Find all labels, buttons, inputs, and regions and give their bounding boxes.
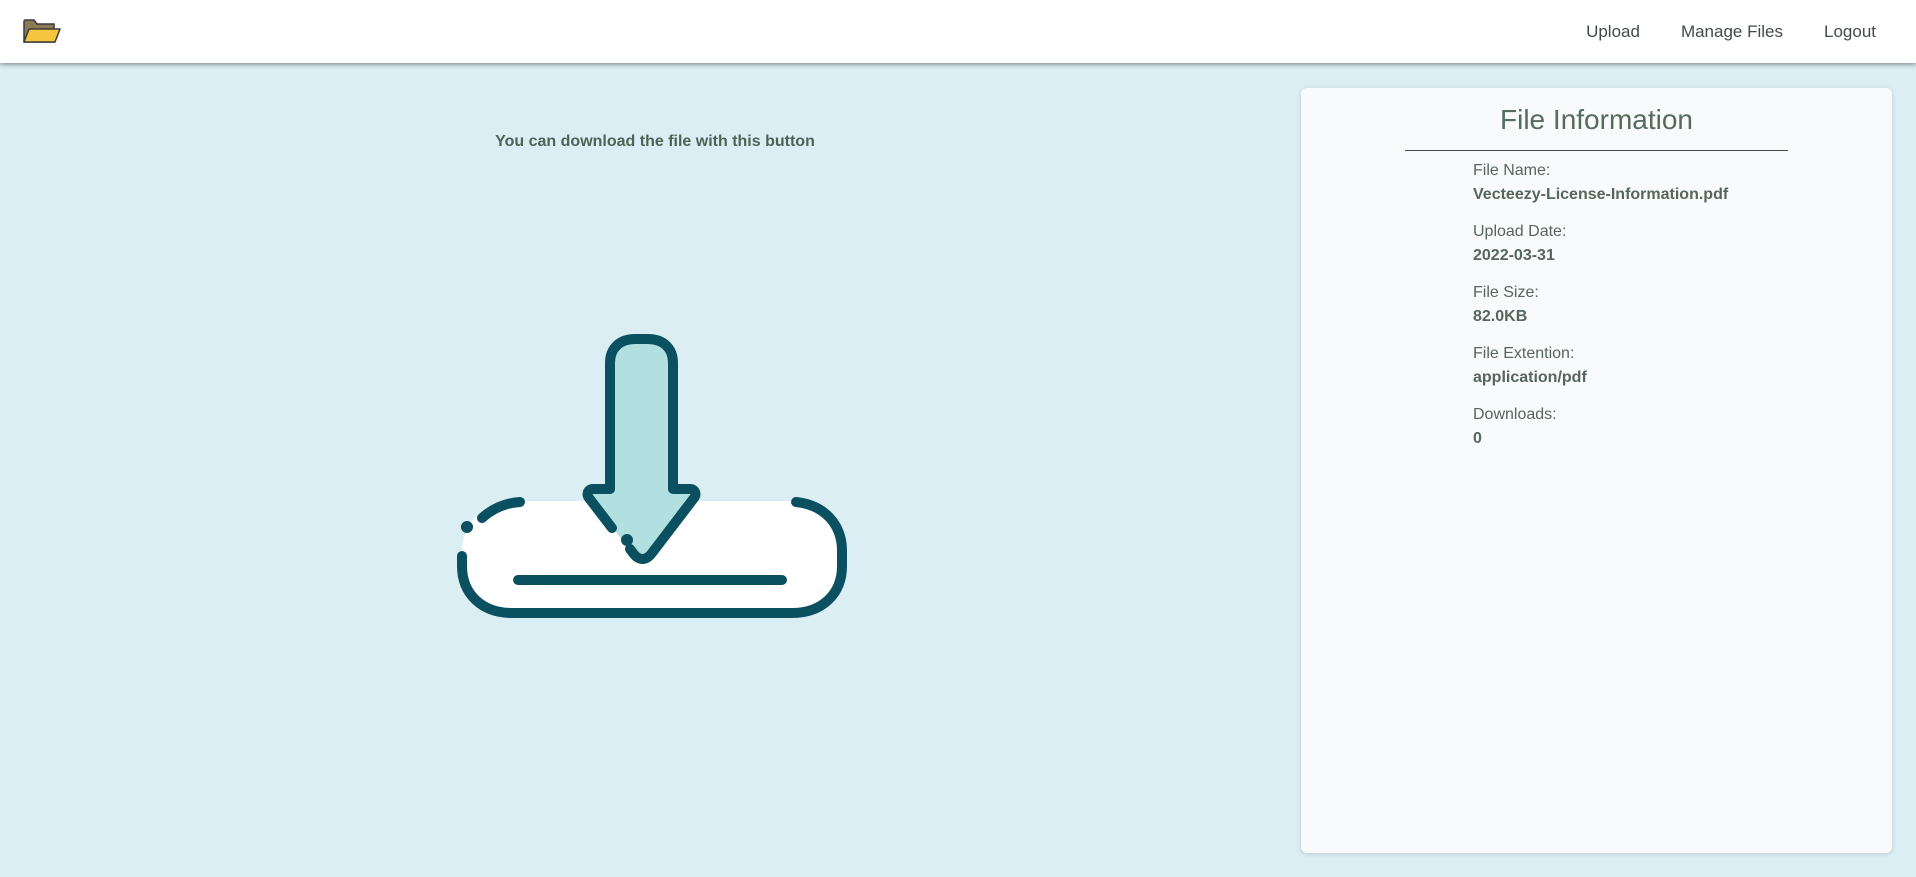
downloads-value: 0 (1473, 430, 1482, 447)
nav-upload-link[interactable]: Upload (1586, 22, 1640, 42)
file-name-item: File Name: Vecteezy-License-Information.… (1473, 159, 1728, 220)
downloads-item: Downloads: 0 (1473, 403, 1728, 464)
file-extension-item: File Extention: application/pdf (1473, 342, 1728, 403)
file-info-list: File Name: Vecteezy-License-Information.… (1473, 159, 1728, 464)
file-name-value: Vecteezy-License-Information.pdf (1473, 186, 1729, 203)
nav-manage-files-link[interactable]: Manage Files (1681, 22, 1783, 42)
title-divider (1405, 150, 1788, 151)
file-extension-value: application/pdf (1473, 369, 1587, 386)
file-size-label: File Size: (1473, 284, 1539, 301)
panel-title: File Information (1500, 104, 1693, 135)
navbar: Upload Manage Files Logout (0, 0, 1916, 63)
nav-links: Upload Manage Files Logout (1586, 0, 1916, 63)
upload-date-item: Upload Date: 2022-03-31 (1473, 220, 1728, 281)
download-tray-icon[interactable] (452, 331, 852, 651)
upload-date-value: 2022-03-31 (1473, 247, 1555, 264)
file-size-item: File Size: 82.0KB (1473, 281, 1728, 342)
file-size-value: 82.0KB (1473, 308, 1528, 325)
folder-open-icon[interactable] (22, 15, 62, 47)
downloads-label: Downloads: (1473, 406, 1557, 423)
download-caption: You can download the file with this butt… (495, 133, 815, 150)
file-extension-label: File Extention: (1473, 345, 1575, 362)
file-information-panel: File Information File Name: Vecteezy-Lic… (1301, 88, 1892, 853)
download-section: You can download the file with this butt… (0, 63, 1290, 877)
nav-logout-link[interactable]: Logout (1824, 22, 1876, 42)
file-name-label: File Name: (1473, 162, 1551, 179)
upload-date-label: Upload Date: (1473, 223, 1567, 240)
